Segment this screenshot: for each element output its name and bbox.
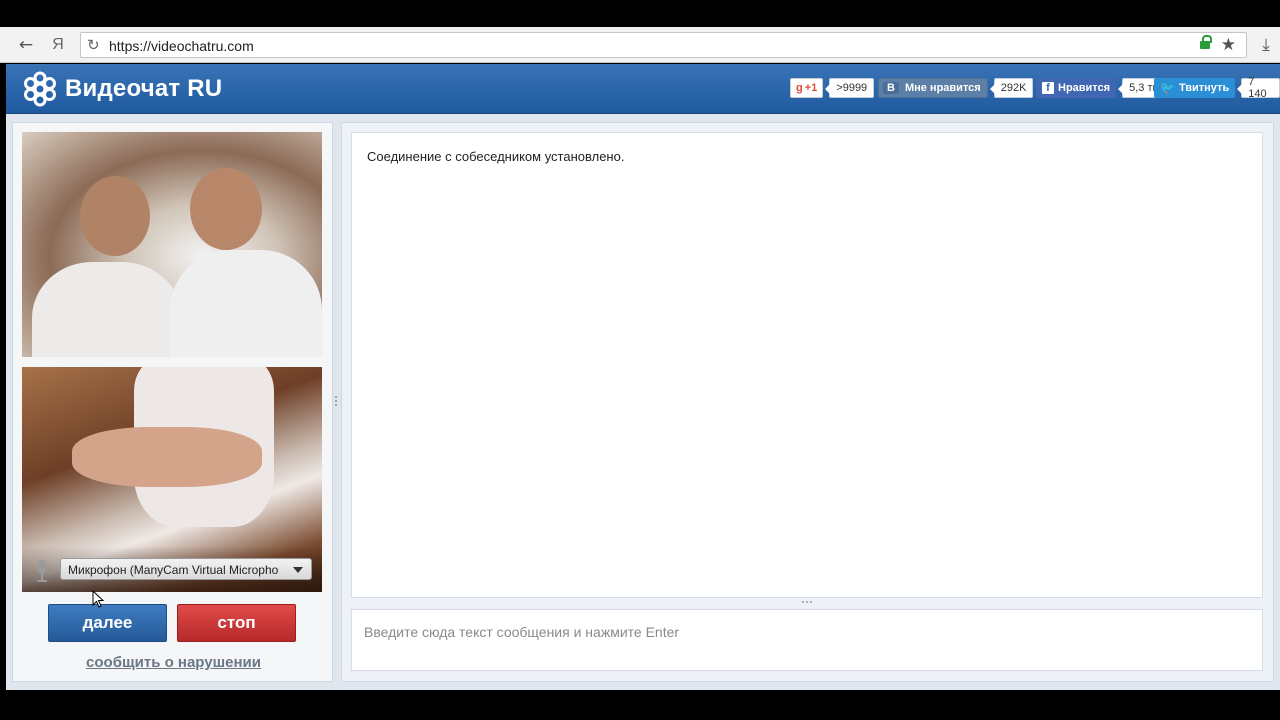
site-container: Видеочат RU g +1 >9999 B Мне нравится 292K… <box>6 64 1280 690</box>
reload-icon[interactable]: ↻ <box>87 36 100 54</box>
vk-like-button[interactable]: B Мне нравится <box>878 78 988 98</box>
browser-toolbar: ← Я ↻ https://videochatru.com ★ ⤓ <box>0 27 1280 63</box>
yandex-icon[interactable]: Я <box>46 33 70 57</box>
fb-share[interactable]: f Нравится 5,3 тыс <box>1036 78 1173 98</box>
microphone-icon <box>36 560 48 582</box>
tweet-button[interactable]: 🐦 Твитнуть <box>1154 78 1236 98</box>
video-panel: Микрофон (ManyCam Virtual Micropho далее… <box>12 122 333 682</box>
vk-share[interactable]: B Мне нравится 292K <box>878 78 1034 98</box>
mic-bar: Микрофон (ManyCam Virtual Micropho <box>22 546 322 592</box>
chat-panel: Соединение с собеседником установлено. <box>341 122 1274 682</box>
gplus-count: >9999 <box>825 78 875 98</box>
next-button[interactable]: далее <box>48 604 167 642</box>
chat-message: Соединение с собеседником установлено. <box>367 149 625 164</box>
twitter-bird-icon: 🐦 <box>1160 81 1175 95</box>
fb-like-button[interactable]: f Нравится <box>1036 78 1117 98</box>
gplus-share[interactable]: g +1 >9999 <box>790 78 875 98</box>
chevron-down-icon <box>293 567 303 573</box>
mouse-cursor-icon <box>92 590 104 608</box>
horizontal-splitter[interactable] <box>797 601 817 605</box>
stop-button[interactable]: стоп <box>177 604 296 642</box>
person-head <box>80 176 150 256</box>
lock-icon[interactable] <box>1200 35 1212 51</box>
person-arm <box>72 427 262 487</box>
download-icon[interactable]: ⤓ <box>1254 33 1278 57</box>
microphone-select[interactable]: Микрофон (ManyCam Virtual Micropho <box>60 558 312 580</box>
report-violation-link[interactable]: сообщить о нарушении <box>13 654 334 671</box>
vk-count: 292K <box>989 78 1034 98</box>
vk-icon: B <box>883 82 899 94</box>
chat-log[interactable]: Соединение с собеседником установлено. <box>351 132 1263 598</box>
gplus-button[interactable]: g +1 <box>790 78 824 98</box>
chat-input-box[interactable] <box>351 609 1263 671</box>
person-head <box>190 168 262 250</box>
message-input[interactable] <box>352 610 1262 654</box>
address-bar[interactable]: ↻ https://videochatru.com ★ <box>80 32 1247 58</box>
facebook-icon: f <box>1042 82 1054 94</box>
logo-icon[interactable] <box>22 71 58 107</box>
person-body <box>32 262 182 357</box>
person-body <box>170 250 322 357</box>
local-video: Микрофон (ManyCam Virtual Micropho <box>22 367 322 592</box>
url-text[interactable]: https://videochatru.com <box>109 38 254 54</box>
site-header: Видеочат RU g +1 >9999 B Мне нравится 292K… <box>6 64 1280 114</box>
site-logo[interactable]: Видеочат RU <box>65 75 222 103</box>
screen: ← Я ↻ https://videochatru.com ★ ⤓ Видеоч… <box>0 0 1280 720</box>
remote-video <box>22 132 322 357</box>
twitter-share[interactable]: 🐦 Твитнуть 7 140 <box>1154 76 1280 100</box>
gplus-icon: g <box>796 82 803 94</box>
star-icon[interactable]: ★ <box>1221 35 1236 55</box>
tweet-count: 7 140 <box>1237 76 1280 100</box>
back-icon[interactable]: ← <box>14 33 38 57</box>
vertical-splitter[interactable] <box>334 394 338 410</box>
